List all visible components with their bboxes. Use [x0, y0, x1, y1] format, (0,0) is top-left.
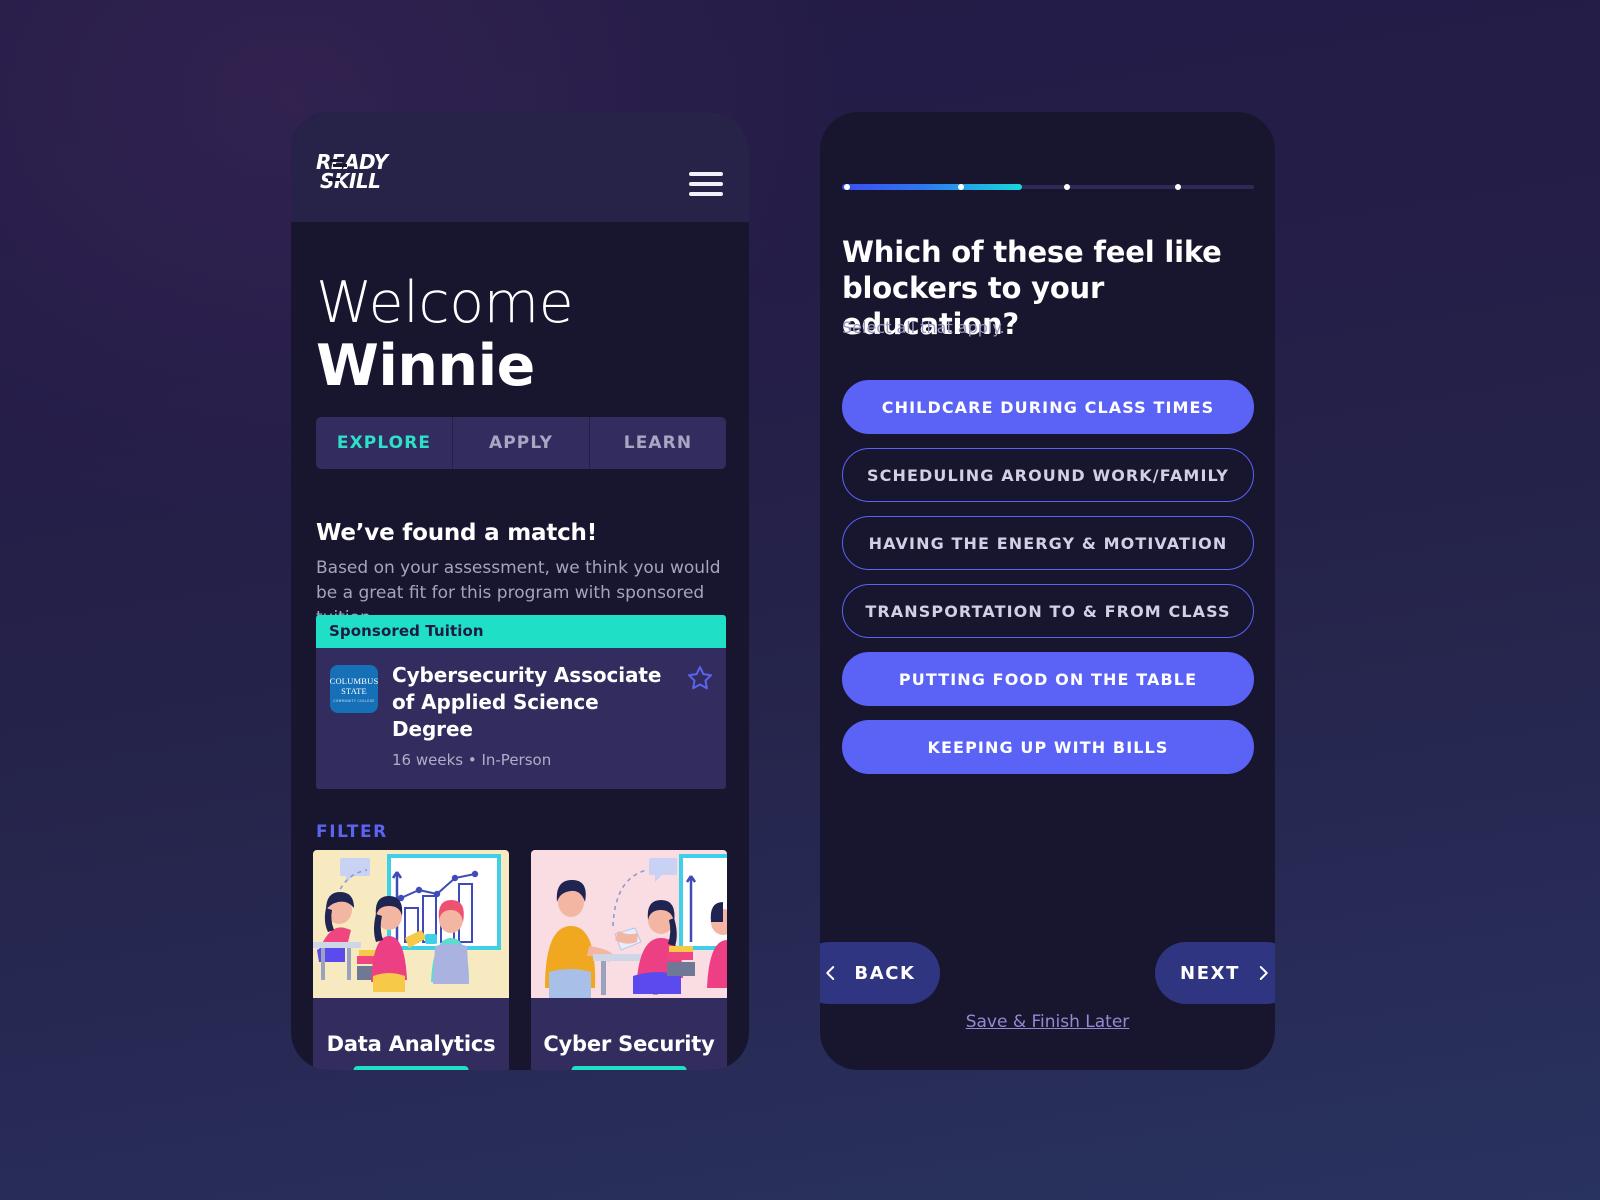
hamburger-bar [689, 172, 723, 176]
match-badge: 79% Match [353, 1066, 469, 1070]
next-button[interactable]: NEXT [1155, 942, 1275, 1004]
chevron-right-icon [1259, 966, 1268, 980]
option-keeping-up-with-bills[interactable]: KEEPING UP WITH BILLS [842, 720, 1254, 774]
match-badge: 70% Match [571, 1066, 687, 1070]
blocker-options-list: CHILDCARE DURING CLASS TIMES SCHEDULING … [842, 380, 1254, 788]
program-name: Cyber Security [543, 1032, 715, 1056]
phone-right-questionnaire: Which of these feel like blockers to you… [820, 112, 1275, 1070]
welcome-user-name: Winnie [316, 333, 535, 399]
hamburger-bar [689, 182, 723, 186]
match-title: We’ve found a match! [316, 520, 598, 546]
program-illustration [313, 850, 509, 998]
filter-label[interactable]: FILTER [316, 822, 388, 842]
app-header: READY SKILL [291, 112, 749, 222]
sponsored-card-body: COLUMBUS STATE COMMUNITY COLLEGE Cyberse… [316, 648, 726, 789]
college-logo-line1: COLUMBUS [329, 675, 379, 686]
program-card-cyber-security[interactable]: 70% Match Cyber Security [531, 850, 727, 1070]
phone-left-dashboard: READY SKILL Welcome Winnie EXPLORE APPLY… [291, 112, 749, 1070]
option-transportation-to-and-from-class[interactable]: TRANSPORTATION TO & FROM CLASS [842, 584, 1254, 638]
back-button-label: BACK [854, 962, 916, 984]
step-dot-3[interactable] [1064, 184, 1070, 190]
program-card-row: 79% Match Data Analytics [313, 850, 749, 1070]
next-button-label: NEXT [1180, 962, 1240, 984]
app-canvas: READY SKILL Welcome Winnie EXPLORE APPLY… [0, 0, 1600, 1200]
welcome-greeting: Welcome [316, 270, 574, 336]
option-having-the-energy-and-motivation[interactable]: HAVING THE ENERGY & MOTIVATION [842, 516, 1254, 570]
columbus-state-logo: COLUMBUS STATE COMMUNITY COLLEGE [330, 665, 378, 713]
tab-explore[interactable]: EXPLORE [316, 417, 453, 469]
option-putting-food-on-the-table[interactable]: PUTTING FOOD ON THE TABLE [842, 652, 1254, 706]
progress-fill [842, 184, 1022, 190]
welcome-block: Welcome Winnie [316, 272, 716, 398]
option-scheduling-around-work-family[interactable]: SCHEDULING AROUND WORK/FAMILY [842, 448, 1254, 502]
tab-learn[interactable]: LEARN [590, 417, 726, 469]
tab-apply[interactable]: APPLY [453, 417, 590, 469]
sponsored-tuition-ribbon: Sponsored Tuition [316, 615, 726, 648]
chevron-left-icon [826, 966, 835, 980]
college-logo-line2: STATE [341, 685, 367, 696]
option-childcare-during-class-times[interactable]: CHILDCARE DURING CLASS TIMES [842, 380, 1254, 434]
sponsored-card-text: Cybersecurity Associate of Applied Scien… [392, 662, 712, 769]
progress-stepper [842, 180, 1254, 194]
hamburger-menu-icon[interactable] [689, 172, 723, 196]
program-name: Data Analytics [326, 1032, 496, 1056]
step-dot-2[interactable] [958, 184, 964, 190]
sponsored-program-title: Cybersecurity Associate of Applied Scien… [392, 663, 662, 741]
hamburger-bar [689, 192, 723, 196]
back-button[interactable]: BACK [820, 942, 940, 1004]
readyskill-logo: READY SKILL [316, 150, 436, 198]
step-dot-1[interactable] [844, 184, 850, 190]
save-and-finish-later-link[interactable]: Save & Finish Later [820, 1012, 1275, 1032]
program-illustration [531, 850, 727, 998]
star-outline-icon[interactable] [686, 664, 714, 692]
sponsored-program-card[interactable]: Sponsored Tuition COLUMBUS STATE COMMUNI… [316, 615, 726, 789]
program-card-data-analytics[interactable]: 79% Match Data Analytics [313, 850, 509, 1070]
sponsored-program-meta: 16 weeks • In-Person [392, 751, 552, 769]
college-logo-line3: COMMUNITY COLLEGE [333, 698, 375, 703]
question-subtitle: Select all that apply. [842, 318, 1005, 337]
dashboard-tabs: EXPLORE APPLY LEARN [316, 417, 726, 469]
step-dot-4[interactable] [1175, 184, 1181, 190]
